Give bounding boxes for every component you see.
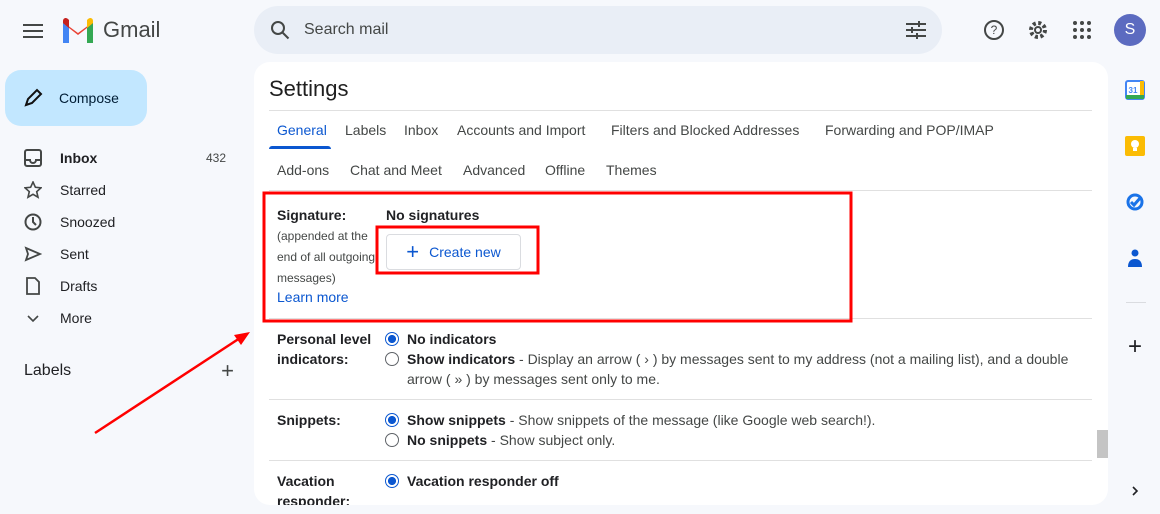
chevron-right-icon[interactable] — [1124, 480, 1146, 502]
pencil-icon — [24, 88, 43, 107]
clock-icon — [24, 213, 42, 231]
compose-label: Compose — [59, 90, 119, 106]
tab-inbox[interactable]: Inbox — [404, 122, 438, 138]
chevron-down-icon — [27, 315, 39, 323]
avatar[interactable]: S — [1114, 14, 1146, 46]
add-label-icon[interactable]: + — [221, 360, 234, 382]
sidebar-item-starred[interactable]: Starred — [0, 174, 240, 206]
svg-text:31: 31 — [1129, 86, 1138, 95]
option-label: Show indicators — [407, 351, 516, 367]
tab-forwarding[interactable]: Forwarding and POP/IMAP — [825, 122, 994, 138]
tab-addons[interactable]: Add-ons — [277, 162, 329, 178]
plus-icon: + — [406, 239, 420, 264]
signature-desc: (appended at the — [277, 229, 368, 243]
option-label: No indicators — [407, 331, 497, 347]
tab-themes[interactable]: Themes — [606, 162, 657, 178]
signature-desc: end of all outgoing — [277, 250, 376, 264]
settings-gear-icon[interactable] — [1025, 17, 1051, 43]
search-bar[interactable] — [254, 6, 942, 54]
vacation-label: Vacation — [277, 473, 335, 489]
option-desc: - Show subject only. — [491, 432, 616, 448]
tab-advanced[interactable]: Advanced — [463, 162, 525, 178]
divider — [1126, 302, 1146, 303]
keep-icon[interactable] — [1124, 135, 1146, 157]
sidebar-item-drafts[interactable]: Drafts — [0, 270, 240, 302]
annotation-arrow — [94, 336, 241, 435]
option-label: Show snippets — [407, 412, 506, 428]
sidebar-item-more[interactable]: More — [0, 302, 240, 334]
add-addon-icon[interactable]: + — [1124, 333, 1146, 360]
search-options-icon[interactable] — [906, 21, 926, 39]
inbox-count: 432 — [205, 151, 226, 165]
contacts-icon[interactable] — [1124, 247, 1146, 269]
help-icon[interactable]: ? — [981, 17, 1007, 43]
draft-icon — [26, 277, 40, 295]
show-indicators-option[interactable]: Show indicators - Display an arrow ( › )… — [385, 349, 1068, 369]
indicators-label: Personal level — [277, 331, 372, 347]
radio[interactable] — [385, 433, 399, 447]
main-menu-icon[interactable] — [20, 18, 46, 44]
no-signatures-text: No signatures — [386, 207, 480, 223]
radio-selected[interactable] — [385, 413, 399, 427]
labels-heading: Labels — [24, 362, 72, 379]
send-icon — [24, 246, 42, 262]
radio-selected[interactable] — [385, 332, 399, 346]
sidebar-item-sent[interactable]: Sent — [0, 238, 240, 270]
tab-labels[interactable]: Labels — [345, 122, 386, 138]
learn-more-link[interactable]: Learn more — [277, 289, 349, 305]
no-indicators-option[interactable]: No indicators — [385, 329, 496, 349]
app-name: Gmail — [103, 17, 161, 42]
tab-filters[interactable]: Filters and Blocked Addresses — [611, 122, 799, 138]
option-label: No snippets — [407, 432, 488, 448]
radio-selected[interactable] — [385, 474, 399, 488]
indicators-label: indicators: — [277, 351, 349, 367]
scrollbar-thumb[interactable] — [1097, 430, 1108, 458]
apps-grid-icon[interactable] — [1069, 17, 1095, 43]
page-title: Settings — [269, 76, 349, 101]
gmail-m-icon — [63, 17, 93, 43]
show-snippets-option[interactable]: Show snippets - Show snippets of the mes… — [385, 410, 875, 430]
sidebar-item-snoozed[interactable]: Snoozed — [0, 206, 240, 238]
create-label: Create new — [429, 244, 501, 260]
option-desc: arrow ( » ) by messages sent only to me. — [407, 371, 660, 387]
tasks-icon[interactable] — [1124, 191, 1146, 213]
search-icon[interactable] — [270, 20, 290, 40]
search-input[interactable] — [304, 21, 906, 39]
star-icon — [24, 181, 42, 199]
vacation-off-option[interactable]: Vacation responder off — [385, 471, 559, 491]
option-label: Vacation responder off — [407, 473, 559, 489]
radio[interactable] — [385, 352, 399, 366]
calendar-icon[interactable]: 31 — [1124, 79, 1146, 101]
tab-accounts[interactable]: Accounts and Import — [457, 122, 585, 138]
tab-general[interactable]: General — [277, 122, 327, 138]
sidebar-item-inbox[interactable]: Inbox 432 — [0, 142, 240, 174]
no-snippets-option[interactable]: No snippets - Show subject only. — [385, 430, 615, 450]
svg-text:?: ? — [991, 23, 998, 37]
tab-offline[interactable]: Offline — [545, 162, 585, 178]
option-desc: - Show snippets of the message (like Goo… — [509, 412, 876, 428]
active-tab-indicator — [269, 146, 331, 149]
compose-button[interactable]: Compose — [5, 70, 147, 126]
tab-chat[interactable]: Chat and Meet — [350, 162, 442, 178]
option-desc: - Display an arrow ( › ) by messages sen… — [519, 351, 1069, 367]
signature-label: Signature: — [277, 207, 347, 223]
gmail-logo[interactable]: Gmail — [61, 17, 160, 43]
vacation-label: responder: — [277, 493, 351, 505]
snippets-label: Snippets: — [277, 412, 341, 428]
labels-section: Labels + — [24, 360, 234, 382]
signature-desc: messages) — [277, 271, 336, 285]
create-signature-button[interactable]: + Create new — [386, 234, 521, 270]
inbox-icon — [24, 149, 42, 167]
settings-panel: Settings General Labels Inbox Accounts a… — [254, 62, 1108, 505]
